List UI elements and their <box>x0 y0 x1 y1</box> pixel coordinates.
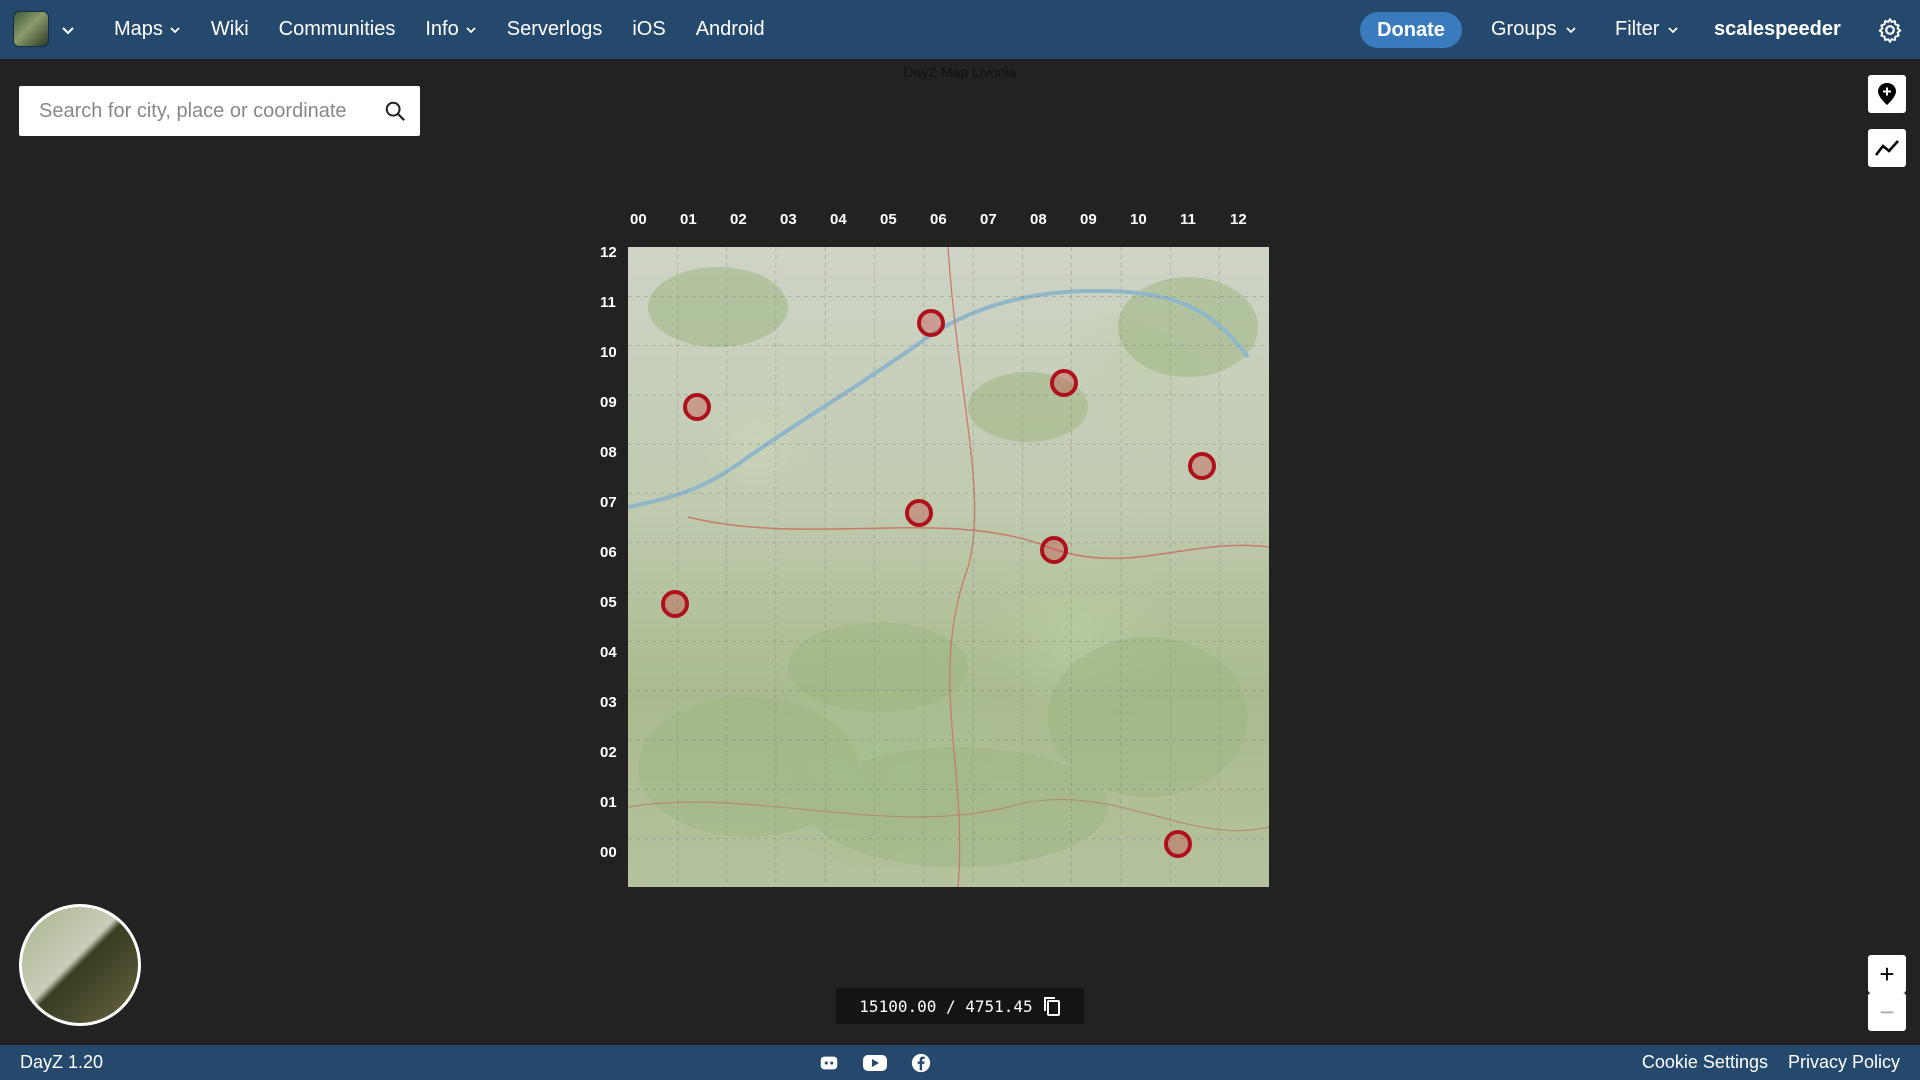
map-marker[interactable] <box>1050 368 1079 397</box>
facebook-icon[interactable] <box>910 1052 932 1074</box>
discord-icon[interactable] <box>818 1052 840 1074</box>
grid-row-label: 07 <box>600 494 617 511</box>
nav-serverlogs-label: Serverlogs <box>506 18 603 40</box>
grid-row-label: 09 <box>600 394 617 411</box>
nav-serverlogs[interactable]: Serverlogs <box>507 18 603 41</box>
grid-row-label: 06 <box>600 544 617 561</box>
gear-icon[interactable] <box>1877 17 1903 43</box>
nav-communities-label: Communities <box>278 18 396 40</box>
nav-android[interactable]: Android <box>696 18 765 41</box>
nav-communities[interactable]: Communities <box>279 18 396 41</box>
polyline-icon <box>1874 140 1899 156</box>
groups-dropdown[interactable]: Groups <box>1491 0 1577 59</box>
filter-label: Filter <box>1615 18 1660 40</box>
nav-maps[interactable]: Maps <box>114 18 181 41</box>
grid-col-label: 11 <box>1180 211 1196 228</box>
zoom-in-button[interactable]: + <box>1868 955 1906 993</box>
youtube-icon[interactable] <box>862 1052 888 1074</box>
measure-button[interactable] <box>1868 129 1906 167</box>
grid-row-label: 05 <box>600 594 617 611</box>
groups-label: Groups <box>1491 18 1557 40</box>
map-title: DayZ Map Livonia <box>903 64 1017 80</box>
map-marker[interactable] <box>1163 829 1192 858</box>
user-menu[interactable]: scalespeeder <box>1714 0 1841 59</box>
map-marker[interactable] <box>904 499 933 528</box>
grid-col-label: 04 <box>830 211 847 228</box>
chevron-down-icon <box>1668 26 1679 33</box>
filter-dropdown[interactable]: Filter <box>1615 0 1679 59</box>
copy-icon[interactable] <box>1043 996 1061 1016</box>
nav-info-label: Info <box>425 18 459 40</box>
grid-row-label: 11 <box>600 294 616 311</box>
chevron-down-icon <box>170 26 180 33</box>
grid-col-label: 01 <box>680 211 697 228</box>
grid-row-label: 03 <box>600 694 617 711</box>
footer: DayZ 1.20 Cookie Settings Privacy Policy <box>0 1045 1920 1080</box>
coordinate-value: 15100.00 / 4751.45 <box>859 996 1033 1016</box>
nav-maps-label: Maps <box>114 18 163 40</box>
chevron-down-icon <box>466 26 476 33</box>
grid-col-label: 08 <box>1030 211 1047 228</box>
grid-row-label: 01 <box>600 794 617 811</box>
chevron-down-icon[interactable] <box>60 22 76 38</box>
donate-button[interactable]: Donate <box>1360 12 1462 48</box>
grid-col-label: 05 <box>880 211 897 228</box>
grid-col-label: 02 <box>730 211 747 228</box>
grid-row-label: 10 <box>600 344 617 361</box>
zoom-out-button[interactable]: − <box>1868 993 1906 1031</box>
top-navbar: Maps Wiki Communities Info Serverlogs iO… <box>0 0 1920 59</box>
nav-wiki-label: Wiki <box>210 18 249 40</box>
search-input[interactable] <box>39 86 379 136</box>
grid-col-label: 10 <box>1130 211 1147 228</box>
nav-ios[interactable]: iOS <box>632 18 665 41</box>
footer-links: Cookie Settings Privacy Policy <box>1642 1052 1900 1073</box>
coordinate-readout: 15100.00 / 4751.45 <box>836 988 1084 1024</box>
game-version: DayZ 1.20 <box>20 1052 104 1072</box>
grid-row-label: 08 <box>600 444 617 461</box>
map-canvas[interactable] <box>628 247 1269 887</box>
social-links <box>818 1052 932 1074</box>
grid-col-label: 03 <box>780 211 797 228</box>
chevron-down-icon <box>1565 26 1576 33</box>
search-icon[interactable] <box>384 100 406 122</box>
nav-info[interactable]: Info <box>425 18 476 41</box>
grid-col-label: 07 <box>980 211 997 228</box>
grid-col-label: 09 <box>1080 211 1097 228</box>
nav-android-label: Android <box>695 18 765 40</box>
layer-switcher-minimap[interactable] <box>19 904 141 1026</box>
grid-col-label: 00 <box>630 211 647 228</box>
grid-row-label: 12 <box>600 244 617 261</box>
nav-ios-label: iOS <box>632 18 666 40</box>
grid-col-label: 06 <box>930 211 947 228</box>
map-pin-plus-icon <box>1878 83 1896 105</box>
grid-row-label: 00 <box>600 844 617 861</box>
cookie-settings-link[interactable]: Cookie Settings <box>1642 1052 1768 1073</box>
dayz-logo[interactable] <box>13 11 49 47</box>
main-nav: Maps Wiki Communities Info Serverlogs iO… <box>114 0 795 59</box>
grid-row-label: 02 <box>600 744 617 761</box>
grid-row-label: 04 <box>600 644 617 661</box>
grid-col-label: 12 <box>1230 211 1247 228</box>
map-terrain <box>628 247 1269 887</box>
add-marker-button[interactable] <box>1868 75 1906 113</box>
search-box <box>19 86 420 136</box>
privacy-policy-link[interactable]: Privacy Policy <box>1788 1052 1900 1073</box>
nav-wiki[interactable]: Wiki <box>211 18 249 41</box>
